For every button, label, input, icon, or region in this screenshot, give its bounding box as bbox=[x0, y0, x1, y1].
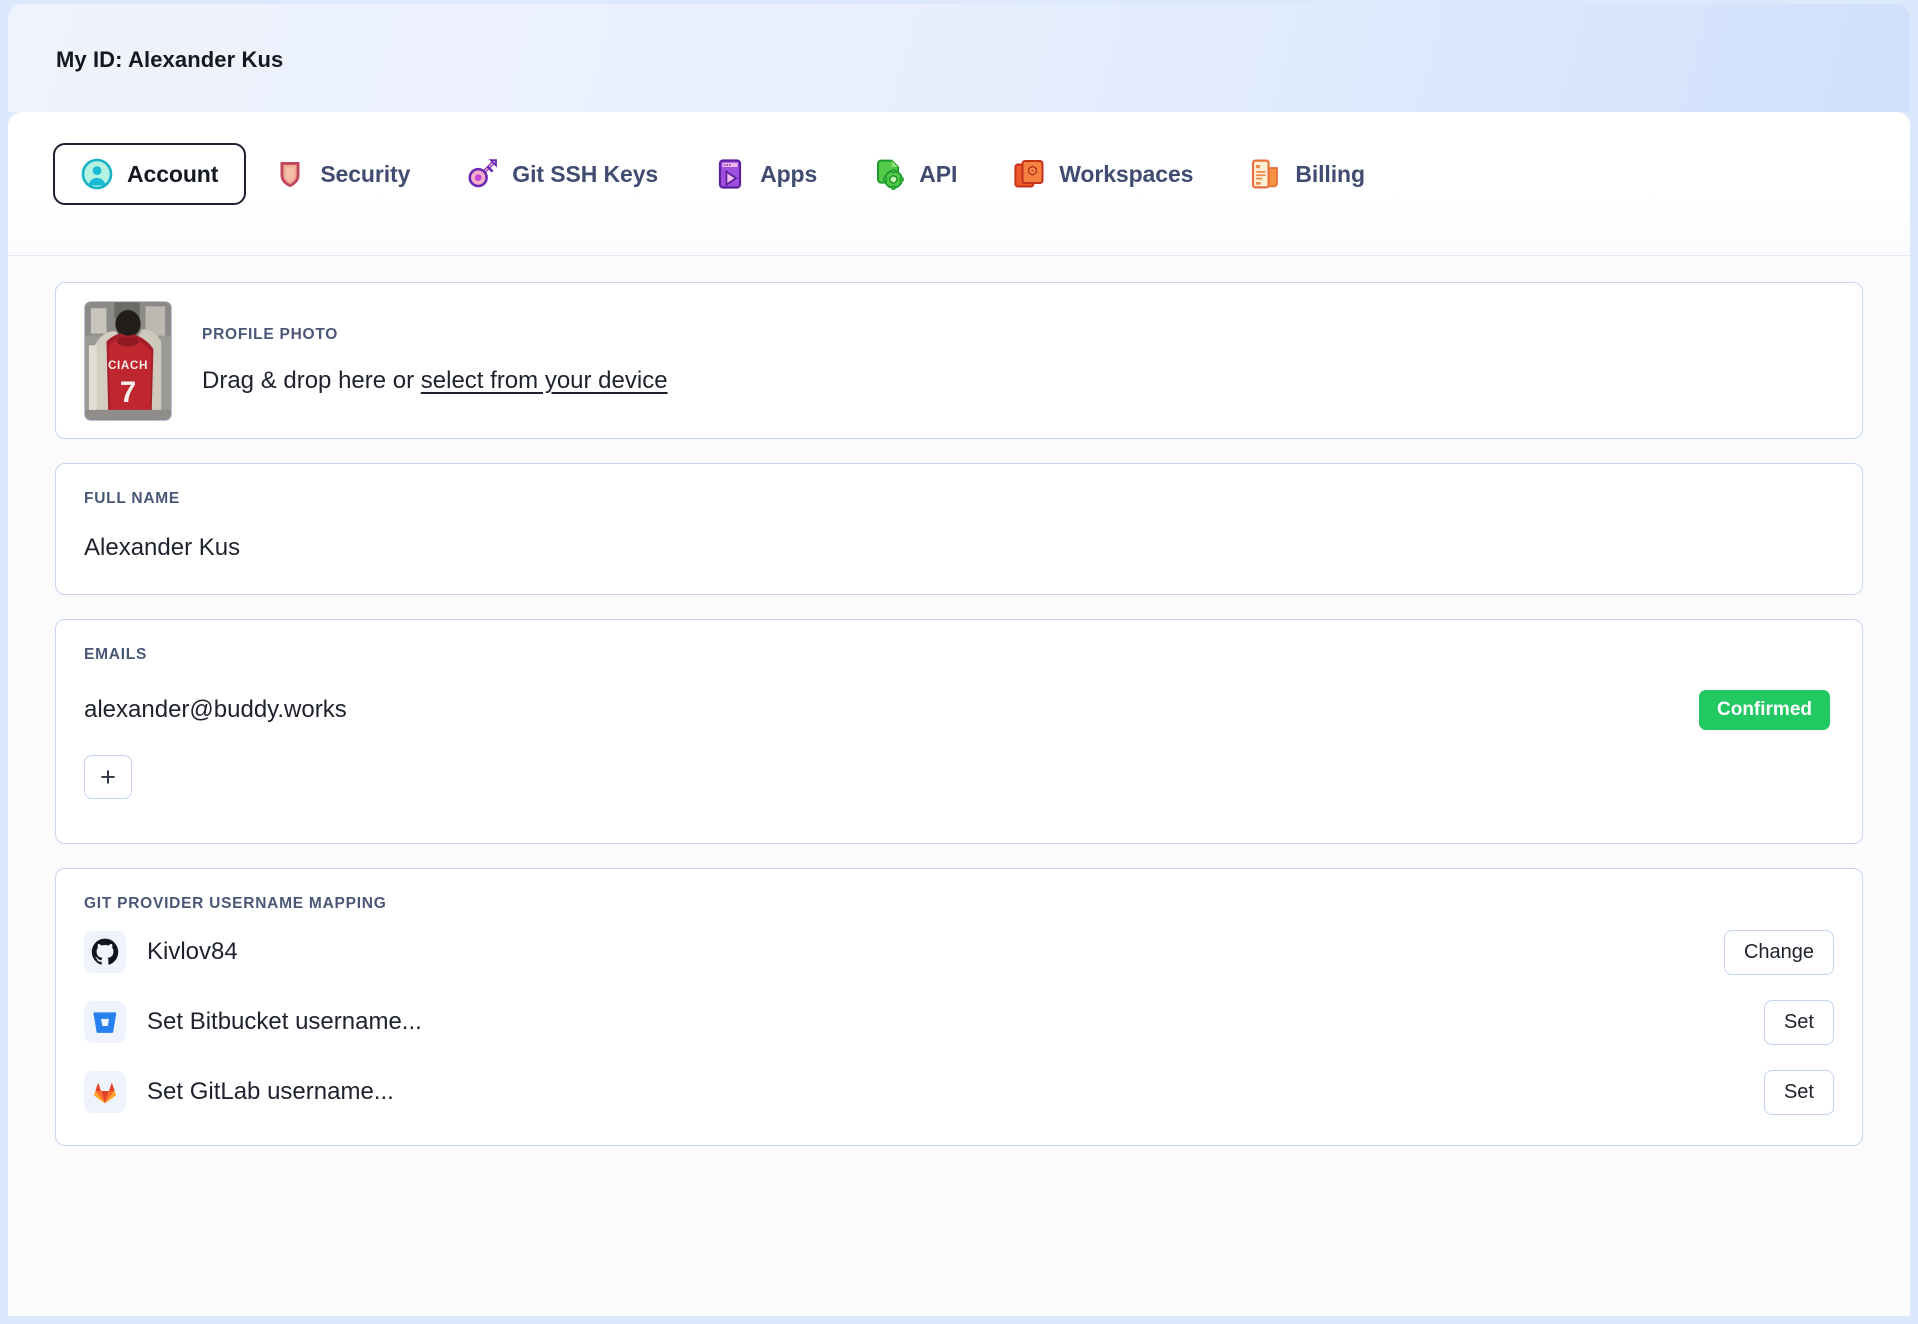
tab-workspaces[interactable]: Workspaces bbox=[985, 143, 1221, 205]
dropzone-prefix-text: Drag & drop here or bbox=[202, 367, 421, 394]
git-row-github: Kivlov84 Change bbox=[84, 921, 1834, 983]
emails-label: EMAILS bbox=[84, 646, 148, 663]
gitlab-username: Set GitLab username... bbox=[147, 1078, 394, 1105]
page-title: My ID: Alexander Kus bbox=[56, 47, 284, 72]
bitbucket-set-button[interactable]: Set bbox=[1763, 999, 1834, 1045]
svg-text:7: 7 bbox=[120, 376, 136, 409]
tab-api-label: API bbox=[919, 160, 958, 187]
tab-bar: Account Security Git SSH Keys Apps API W… bbox=[8, 112, 1910, 256]
profile-photo-card: CIACH 7 PROFILE PHOTO Drag & drop here o… bbox=[55, 282, 1863, 439]
tab-security[interactable]: Security bbox=[246, 143, 438, 205]
github-icon bbox=[84, 931, 126, 973]
tab-billing-label: Billing bbox=[1295, 160, 1365, 187]
avatar[interactable]: CIACH 7 bbox=[84, 300, 172, 421]
full-name-label: FULL NAME bbox=[84, 490, 181, 507]
profile-photo-dropzone[interactable]: Drag & drop here or select from your dev… bbox=[202, 367, 668, 395]
page-banner: My ID: Alexander Kus bbox=[8, 4, 1910, 112]
settings-panel: Account Security Git SSH Keys Apps API W… bbox=[8, 112, 1910, 1316]
profile-photo-label: PROFILE PHOTO bbox=[202, 326, 339, 343]
user-circle-icon bbox=[81, 158, 113, 190]
git-row-gitlab: Set GitLab username... Set bbox=[84, 1061, 1834, 1123]
api-gear-icon bbox=[873, 158, 905, 190]
git-provider-mapping-label: GIT PROVIDER USERNAME MAPPING bbox=[84, 895, 387, 912]
tab-security-label: Security bbox=[320, 160, 411, 187]
tab-apps-label: Apps bbox=[760, 160, 818, 187]
github-change-button[interactable]: Change bbox=[1723, 929, 1834, 975]
email-row: alexander@buddy.works Confirmed bbox=[84, 690, 1834, 730]
status-badge-confirmed[interactable]: Confirmed bbox=[1699, 690, 1830, 730]
tab-apps[interactable]: Apps bbox=[686, 143, 845, 205]
account-settings-content: CIACH 7 PROFILE PHOTO Drag & drop here o… bbox=[8, 256, 1910, 1316]
full-name-value[interactable]: Alexander Kus bbox=[84, 534, 1834, 562]
settings-page: My ID: Alexander Kus Account Security Gi… bbox=[0, 0, 1918, 1324]
tab-git-ssh-keys[interactable]: Git SSH Keys bbox=[438, 143, 686, 205]
gitlab-icon bbox=[84, 1071, 126, 1113]
email-address[interactable]: alexander@buddy.works bbox=[84, 696, 347, 724]
workspaces-icon bbox=[1013, 158, 1045, 190]
billing-doc-icon bbox=[1249, 158, 1281, 190]
add-email-button[interactable]: + bbox=[84, 755, 132, 799]
tab-git-ssh-keys-label: Git SSH Keys bbox=[512, 160, 659, 187]
apps-play-icon bbox=[714, 158, 746, 190]
full-name-card[interactable]: FULL NAME Alexander Kus bbox=[55, 463, 1863, 595]
select-from-device-link[interactable]: select from your device bbox=[421, 367, 668, 394]
tab-workspaces-label: Workspaces bbox=[1059, 160, 1194, 187]
bitbucket-username: Set Bitbucket username... bbox=[147, 1008, 422, 1035]
tab-api[interactable]: API bbox=[845, 143, 985, 205]
shield-icon bbox=[274, 158, 306, 190]
key-icon bbox=[466, 158, 498, 190]
github-username: Kivlov84 bbox=[147, 938, 238, 965]
tab-account[interactable]: Account bbox=[53, 143, 247, 205]
gitlab-set-button[interactable]: Set bbox=[1763, 1069, 1834, 1115]
tab-billing[interactable]: Billing bbox=[1221, 143, 1393, 205]
emails-card: EMAILS alexander@buddy.works Confirmed + bbox=[55, 619, 1863, 844]
git-provider-mapping-card: GIT PROVIDER USERNAME MAPPING Kivlov84 C… bbox=[55, 868, 1863, 1146]
bitbucket-icon bbox=[84, 1001, 126, 1043]
tab-account-label: Account bbox=[127, 160, 219, 187]
git-row-bitbucket: Set Bitbucket username... Set bbox=[84, 991, 1834, 1053]
svg-text:CIACH: CIACH bbox=[108, 358, 148, 371]
